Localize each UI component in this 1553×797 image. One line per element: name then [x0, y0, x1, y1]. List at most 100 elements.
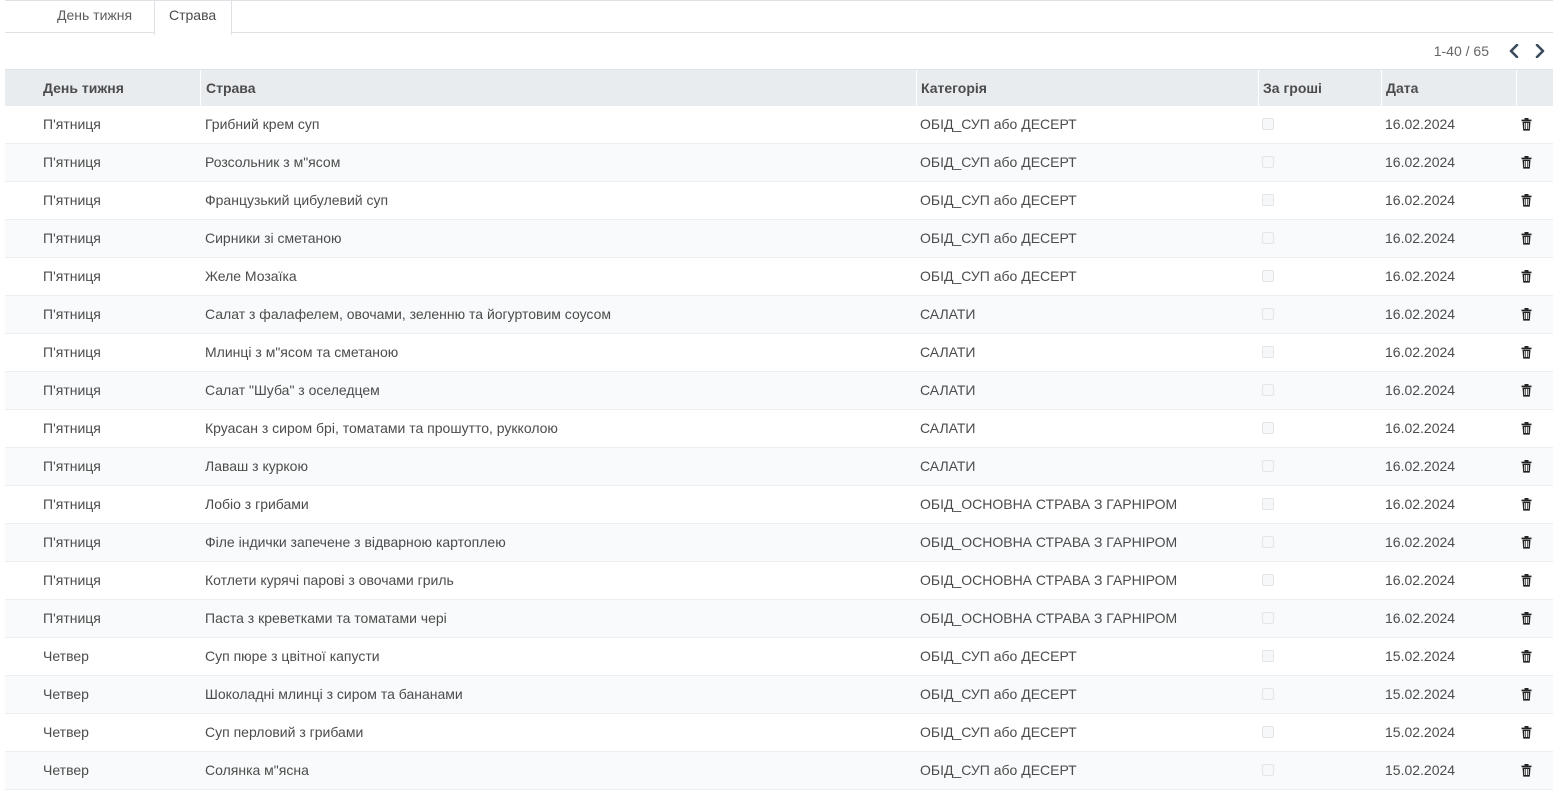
delete-row-button[interactable] — [1517, 372, 1535, 409]
table-row[interactable]: П'ятниця Французький цибулевий суп ОБІД_СУ… — [5, 182, 1553, 220]
delete-action[interactable] — [1521, 422, 1532, 435]
for-money-checkbox[interactable] — [1262, 460, 1274, 472]
delete-row-button[interactable] — [1517, 144, 1535, 181]
delete-action[interactable] — [1521, 726, 1532, 739]
cell-for-money — [1262, 410, 1282, 447]
table-row[interactable]: П'ятниця Котлети курячі парові з овочами … — [5, 562, 1553, 600]
delete-action[interactable] — [1521, 308, 1532, 321]
delete-row-button[interactable] — [1517, 600, 1535, 637]
table-row[interactable]: П'ятниця Розсольник з м"ясом ОБІД_СУП або … — [5, 144, 1553, 182]
table-row[interactable]: П'ятниця Салат з фалафелем, овочами, зеле… — [5, 296, 1553, 334]
for-money-checkbox[interactable] — [1262, 536, 1274, 548]
table-row[interactable]: П'ятниця Желе Мозаїка ОБІД_СУП або ДЕСЕРТ 1… — [5, 258, 1553, 296]
cell-date: 16.02.2024 — [1385, 534, 1456, 550]
for-money-checkbox[interactable] — [1262, 118, 1274, 130]
cell-date: 16.02.2024 — [1385, 382, 1456, 398]
for-money-checkbox[interactable] — [1262, 422, 1274, 434]
table-row[interactable]: Четвер Шоколадні млинці з сиром та банана… — [5, 676, 1553, 714]
table-row[interactable]: П'ятниця Лаваш з куркою САЛАТИ 16.02.2024 — [5, 448, 1553, 486]
table-row[interactable]: Четвер Солянка м"ясна ОБІД_СУП або ДЕСЕРТ 1… — [5, 752, 1553, 790]
delete-action[interactable] — [1521, 194, 1532, 207]
delete-action[interactable] — [1521, 574, 1532, 587]
table-row[interactable]: П'ятниця Філе індички запечене з відварно… — [5, 524, 1553, 562]
delete-row-button[interactable] — [1517, 486, 1535, 523]
delete-row-button[interactable] — [1517, 638, 1535, 675]
delete-action[interactable] — [1521, 764, 1532, 777]
for-money-checkbox[interactable] — [1262, 270, 1274, 282]
cell-category: САЛАТИ — [920, 344, 976, 360]
delete-row-button[interactable] — [1517, 182, 1535, 219]
delete-row-button[interactable] — [1517, 448, 1535, 485]
for-money-checkbox[interactable] — [1262, 688, 1274, 700]
for-money-checkbox[interactable] — [1262, 650, 1274, 662]
delete-action[interactable] — [1521, 384, 1532, 397]
for-money-checkbox[interactable] — [1262, 194, 1274, 206]
cell-dish: Суп перловий з грибами — [205, 724, 364, 740]
delete-action[interactable] — [1521, 156, 1532, 169]
delete-action[interactable] — [1521, 460, 1532, 473]
table-row[interactable]: П'ятниця Лобіо з грибами ОБІД_ОСНОВНА СТРА… — [5, 486, 1553, 524]
delete-row-button[interactable] — [1517, 106, 1535, 143]
trash-icon — [1521, 764, 1531, 777]
for-money-checkbox[interactable] — [1262, 308, 1274, 320]
cell-day: Четвер — [43, 648, 89, 664]
cell-dish: Французький цибулевий суп — [205, 192, 389, 208]
for-money-checkbox[interactable] — [1262, 498, 1274, 510]
delete-action[interactable] — [1521, 346, 1532, 359]
table-row[interactable]: П'ятниця Круасан з сиром брі, томатами та… — [5, 410, 1553, 448]
column-header-dish[interactable]: Страва — [200, 70, 916, 107]
delete-row-button[interactable] — [1517, 220, 1535, 257]
cell-day: П'ятниця — [43, 116, 101, 132]
table-row[interactable]: П'ятниця Сирники зі сметаною ОБІД_СУП або … — [5, 220, 1553, 258]
delete-row-button[interactable] — [1517, 258, 1535, 295]
tab-day-of-week[interactable]: День тижня — [43, 1, 155, 34]
for-money-checkbox[interactable] — [1262, 232, 1274, 244]
pager-value[interactable]: 1-40 / 65 — [1434, 43, 1489, 59]
table-row[interactable]: П'ятниця Паста з креветками та томатами ч… — [5, 600, 1553, 638]
table-row[interactable]: Четвер Суп пюре з цвітної капусти ОБІД_СУП… — [5, 638, 1553, 676]
delete-action[interactable] — [1521, 232, 1532, 245]
delete-action[interactable] — [1521, 688, 1532, 701]
for-money-checkbox[interactable] — [1262, 764, 1274, 776]
pager-previous-button[interactable] — [1501, 40, 1527, 62]
column-header-actions — [1516, 70, 1553, 107]
delete-action[interactable] — [1521, 612, 1532, 625]
delete-row-button[interactable] — [1517, 676, 1535, 713]
cell-category: ОБІД_СУП або ДЕСЕРТ — [920, 192, 1077, 208]
delete-row-button[interactable] — [1517, 410, 1535, 447]
for-money-checkbox[interactable] — [1262, 612, 1274, 624]
delete-row-button[interactable] — [1517, 714, 1535, 751]
cell-day: П'ятниця — [43, 610, 101, 626]
delete-action[interactable] — [1521, 118, 1532, 131]
pager-next-button[interactable] — [1527, 40, 1553, 62]
for-money-checkbox[interactable] — [1262, 574, 1274, 586]
table-row[interactable]: П'ятниця Млинці з м"ясом та сметаною САЛАТ… — [5, 334, 1553, 372]
delete-action[interactable] — [1521, 536, 1532, 549]
column-header-date[interactable]: Дата — [1381, 70, 1516, 107]
table-row[interactable]: Четвер Суп перловий з грибами ОБІД_СУП або… — [5, 714, 1553, 752]
cell-category: ОБІД_СУП або ДЕСЕРТ — [920, 268, 1077, 284]
for-money-checkbox[interactable] — [1262, 156, 1274, 168]
delete-row-button[interactable] — [1517, 334, 1535, 371]
delete-action[interactable] — [1521, 498, 1532, 511]
for-money-checkbox[interactable] — [1262, 726, 1274, 738]
column-header-category[interactable]: Категорія — [916, 70, 1258, 107]
delete-action[interactable] — [1521, 270, 1532, 283]
delete-row-button[interactable] — [1517, 524, 1535, 561]
table-row[interactable]: П'ятниця Салат "Шуба" з оселедцем САЛАТИ 16… — [5, 372, 1553, 410]
delete-row-button[interactable] — [1517, 752, 1535, 789]
delete-action[interactable] — [1521, 650, 1532, 663]
cell-category: САЛАТИ — [920, 458, 976, 474]
delete-row-button[interactable] — [1517, 562, 1535, 599]
trash-icon — [1521, 574, 1531, 587]
for-money-checkbox[interactable] — [1262, 384, 1274, 396]
column-header-for-money[interactable]: За гроші — [1258, 70, 1381, 107]
cell-dish: Котлети курячі парові з овочами гриль — [205, 572, 454, 588]
cell-dish: Філе індички запечене з відварною картоп… — [205, 534, 506, 550]
table-row[interactable]: П'ятниця Грибний крем суп ОБІД_СУП або ДЕС… — [5, 106, 1553, 144]
for-money-checkbox[interactable] — [1262, 346, 1274, 358]
tab-dish[interactable]: Страва — [154, 1, 232, 35]
delete-row-button[interactable] — [1517, 296, 1535, 333]
column-header-day[interactable]: День тижня — [5, 70, 200, 107]
cell-day: Четвер — [43, 724, 89, 740]
